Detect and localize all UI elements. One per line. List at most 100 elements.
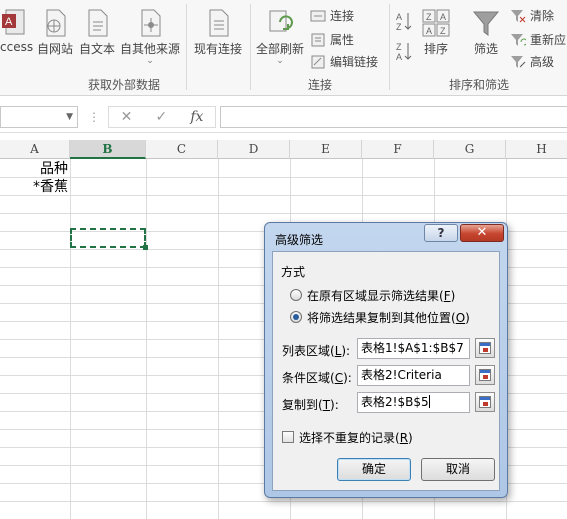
unique-records-label[interactable]: 选择不重复的记录(R) [299,429,413,446]
collapse-dialog-icon [479,369,491,381]
column-header-g[interactable]: G [434,140,506,159]
criteria-range-collapse-button[interactable] [475,365,495,385]
criteria-range-input[interactable]: 表格2!Criteria [357,365,470,386]
criteria-range-label: 条件区域(C): [282,371,352,385]
confirm-entry-icon[interactable]: ✓ [155,109,167,125]
from-web-button[interactable]: 自网站 [36,8,74,57]
connections-icon [310,10,326,21]
gridline [0,177,567,178]
from-other-sources-label: 自其他来源 [119,42,180,56]
ok-button[interactable]: 确定 [337,458,411,481]
from-other-sources-button[interactable]: 自其他来源 ⌄ [119,8,181,66]
connections-button[interactable]: 连接 [310,7,354,24]
gridline [0,195,567,196]
clear-button[interactable]: 清除 [510,7,554,24]
from-text-label: 自文本 [78,42,115,56]
group-separator [250,4,251,90]
formula-bar: ▼ ⋮ ✕ ✓ fx [0,101,567,133]
filter-label: 筛选 [473,42,498,56]
svg-text:A: A [426,26,432,36]
radio-filter-in-place[interactable] [290,289,302,301]
list-range-collapse-button[interactable] [475,338,495,358]
properties-icon [311,33,325,46]
advanced-filter-dialog: 高级筛选 ? ✕ 方式 在原有区域显示筛选结果(F) 将筛选结果复制到其他位置(… [264,222,508,498]
sort-label: 排序 [423,42,448,56]
refresh-all-button[interactable]: 全部刷新 ⌄ [254,8,306,66]
sort-button[interactable]: Z A A Z 排序 [418,8,454,57]
cancel-button[interactable]: 取消 [421,458,495,481]
dialog-title: 高级筛选 [275,233,324,247]
list-range-input[interactable]: 表格1!$A$1:$B$7 [357,338,470,359]
svg-text:Z: Z [396,42,402,52]
edit-links-button[interactable]: 编辑链接 [310,53,378,70]
filter-button[interactable]: 筛选 [468,8,504,57]
group-separator [389,4,390,90]
cell-a2[interactable]: *香蕉 [0,176,68,196]
group-label-connections: 连接 [307,78,332,92]
collapse-dialog-icon [479,342,491,354]
sort-descending-icon[interactable]: Z A [395,40,413,62]
refresh-icon [269,10,293,32]
group-label-get-external: 获取外部数据 [87,78,160,92]
dialog-body: 方式 在原有区域显示筛选结果(F) 将筛选结果复制到其他位置(O) 列表区域(L… [272,251,500,491]
properties-label: 属性 [330,33,355,47]
cell-a1[interactable]: 品种 [0,158,68,178]
svg-text:Z: Z [396,22,402,32]
unique-records-checkbox[interactable] [282,431,294,443]
existing-connections-icon [209,9,229,37]
edit-links-label: 编辑链接 [330,55,379,69]
svg-text:A: A [5,16,13,28]
from-web-label: 自网站 [36,42,73,56]
other-sources-icon [141,9,161,37]
radio-copy-to-location[interactable] [290,311,302,323]
ribbon: A ccess 自网站 自文本 自其他来源 ⌄ 现有连接 获取外部数据 全部刷新… [0,0,567,96]
svg-text:A: A [440,12,446,22]
sort-ascending-icon[interactable]: A Z [395,10,413,32]
formula-bar-grip-icon[interactable]: ⋮ [88,110,100,124]
copy-to-collapse-button[interactable] [475,392,495,412]
help-button[interactable]: ? [424,224,458,242]
edit-links-icon [311,55,325,68]
copy-to-value: 表格2!$B$5 [361,395,429,409]
column-header-b[interactable]: B [70,140,146,159]
list-range-label: 列表区域(L): [282,344,351,358]
collapse-dialog-icon [479,396,491,408]
column-header-e[interactable]: E [290,140,362,159]
refresh-all-label: 全部刷新 [255,42,304,56]
column-header-c[interactable]: C [146,140,218,159]
advanced-filter-icon [511,55,526,68]
advanced-label: 高级 [530,55,555,69]
from-access-label: ccess [0,40,34,54]
cancel-entry-icon[interactable]: ✕ [121,109,133,125]
from-text-button[interactable]: 自文本 [78,8,116,57]
svg-text:Z: Z [426,12,432,22]
reapply-button[interactable]: 重新应 [510,31,566,48]
insert-function-icon[interactable]: fx [190,109,203,125]
chevron-down-icon: ⌄ [276,56,284,66]
from-access-button[interactable]: A ccess [0,8,34,54]
existing-connections-button[interactable]: 现有连接 [191,8,245,57]
radio-copy-to-location-label[interactable]: 将筛选结果复制到其他位置(O) [307,309,470,326]
reapply-icon [511,33,526,46]
name-box[interactable]: ▼ [0,106,78,128]
close-button[interactable]: ✕ [460,224,504,242]
properties-button[interactable]: 属性 [310,31,354,48]
column-headers: A B C D E F G H [0,140,567,159]
svg-text:A: A [396,52,402,62]
chevron-down-icon[interactable]: ▼ [66,112,73,122]
column-header-a[interactable]: A [0,140,70,159]
column-header-f[interactable]: F [362,140,434,159]
connections-label: 连接 [330,9,355,23]
text-file-icon [88,9,108,37]
gridline [0,213,567,214]
sort-icon: Z A A Z [422,9,450,37]
clear-label: 清除 [530,9,555,23]
radio-filter-in-place-label[interactable]: 在原有区域显示筛选结果(F) [307,287,455,304]
copy-marquee-selection[interactable] [70,228,148,250]
column-header-d[interactable]: D [218,140,290,159]
formula-input[interactable] [220,106,567,128]
copy-to-input[interactable]: 表格2!$B$5 [357,392,470,413]
advanced-button[interactable]: 高级 [510,53,554,70]
copy-to-label: 复制到(T): [282,398,339,412]
column-header-h[interactable]: H [506,140,567,159]
